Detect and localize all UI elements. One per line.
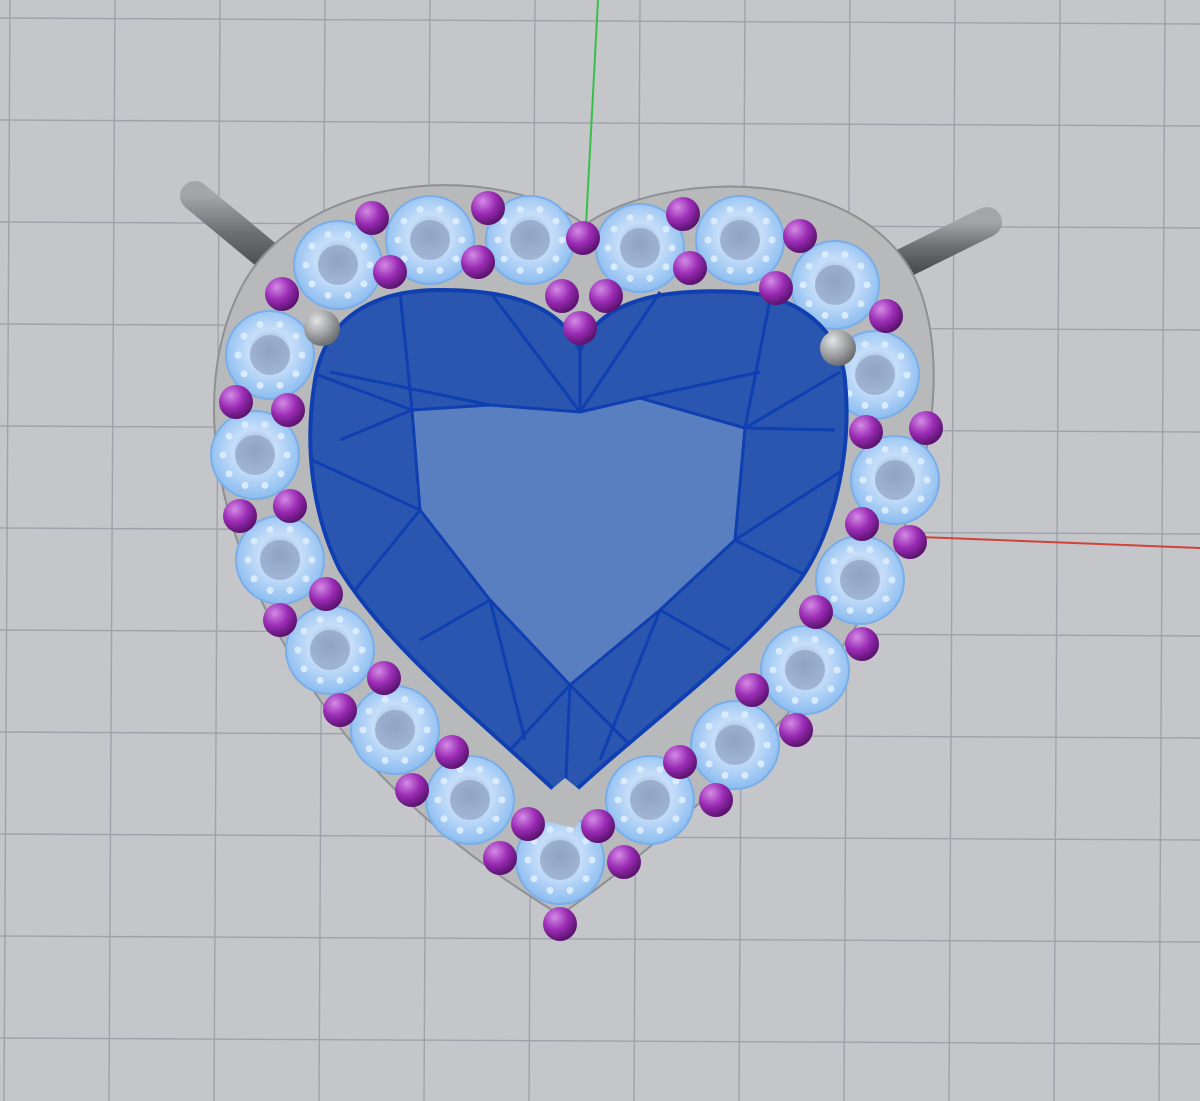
x-axis-line xyxy=(919,536,1200,549)
prong-bead[interactable] xyxy=(799,595,833,629)
prong-bead[interactable] xyxy=(909,411,943,445)
prong-bead[interactable] xyxy=(699,783,733,817)
prong-bead[interactable] xyxy=(323,693,357,727)
prong-bead[interactable] xyxy=(543,907,577,941)
prong-bead[interactable] xyxy=(566,221,600,255)
metal-ball-right xyxy=(820,330,856,366)
prong-bead[interactable] xyxy=(607,845,641,879)
prong-bead[interactable] xyxy=(893,525,927,559)
prong-bead[interactable] xyxy=(395,773,429,807)
prong-bead[interactable] xyxy=(563,311,597,345)
prong-bead[interactable] xyxy=(666,197,700,231)
prong-bead[interactable] xyxy=(223,499,257,533)
prong-bead[interactable] xyxy=(271,393,305,427)
grid-line-horizontal xyxy=(0,119,1200,127)
grid-line-horizontal xyxy=(0,17,1200,25)
prong-bead[interactable] xyxy=(663,745,697,779)
halo-stone[interactable] xyxy=(285,605,375,695)
prong-bead[interactable] xyxy=(845,507,879,541)
grid-line-horizontal xyxy=(0,1037,1200,1045)
prong-bead[interactable] xyxy=(367,661,401,695)
prong-bead[interactable] xyxy=(589,279,623,313)
prong-bead[interactable] xyxy=(735,673,769,707)
prong-bead[interactable] xyxy=(581,809,615,843)
prong-bead[interactable] xyxy=(845,627,879,661)
grid-line-vertical xyxy=(1158,0,1166,1101)
grid-line-vertical xyxy=(213,0,221,1101)
prong-bead[interactable] xyxy=(273,489,307,523)
halo-stone[interactable] xyxy=(695,195,785,285)
prong-bead[interactable] xyxy=(511,807,545,841)
prong-bead[interactable] xyxy=(309,577,343,611)
prong-bead[interactable] xyxy=(265,277,299,311)
prong-bead[interactable] xyxy=(373,255,407,289)
prong-bead[interactable] xyxy=(219,385,253,419)
prong-bead[interactable] xyxy=(545,279,579,313)
halo-stone[interactable] xyxy=(350,685,440,775)
prong-bead[interactable] xyxy=(471,191,505,225)
halo-stone[interactable] xyxy=(425,755,515,845)
prong-bead[interactable] xyxy=(483,841,517,875)
grid-line-vertical xyxy=(948,0,956,1101)
viewport-canvas[interactable] xyxy=(0,0,1200,1101)
prong-bead[interactable] xyxy=(869,299,903,333)
prong-bead[interactable] xyxy=(461,245,495,279)
halo-stone[interactable] xyxy=(760,625,850,715)
prong-bead[interactable] xyxy=(263,603,297,637)
prong-bead[interactable] xyxy=(435,735,469,769)
prong-bead[interactable] xyxy=(673,251,707,285)
grid-line-vertical xyxy=(1053,0,1061,1101)
3d-viewport[interactable] xyxy=(0,0,1200,1101)
halo-stone[interactable] xyxy=(690,700,780,790)
prong-bead[interactable] xyxy=(783,219,817,253)
prong-bead[interactable] xyxy=(849,415,883,449)
metal-ball-left xyxy=(304,310,340,346)
prong-bead[interactable] xyxy=(355,201,389,235)
prong-bead[interactable] xyxy=(779,713,813,747)
grid-line-horizontal xyxy=(0,935,1200,943)
prong-bead[interactable] xyxy=(759,271,793,305)
y-axis-line xyxy=(585,0,599,226)
